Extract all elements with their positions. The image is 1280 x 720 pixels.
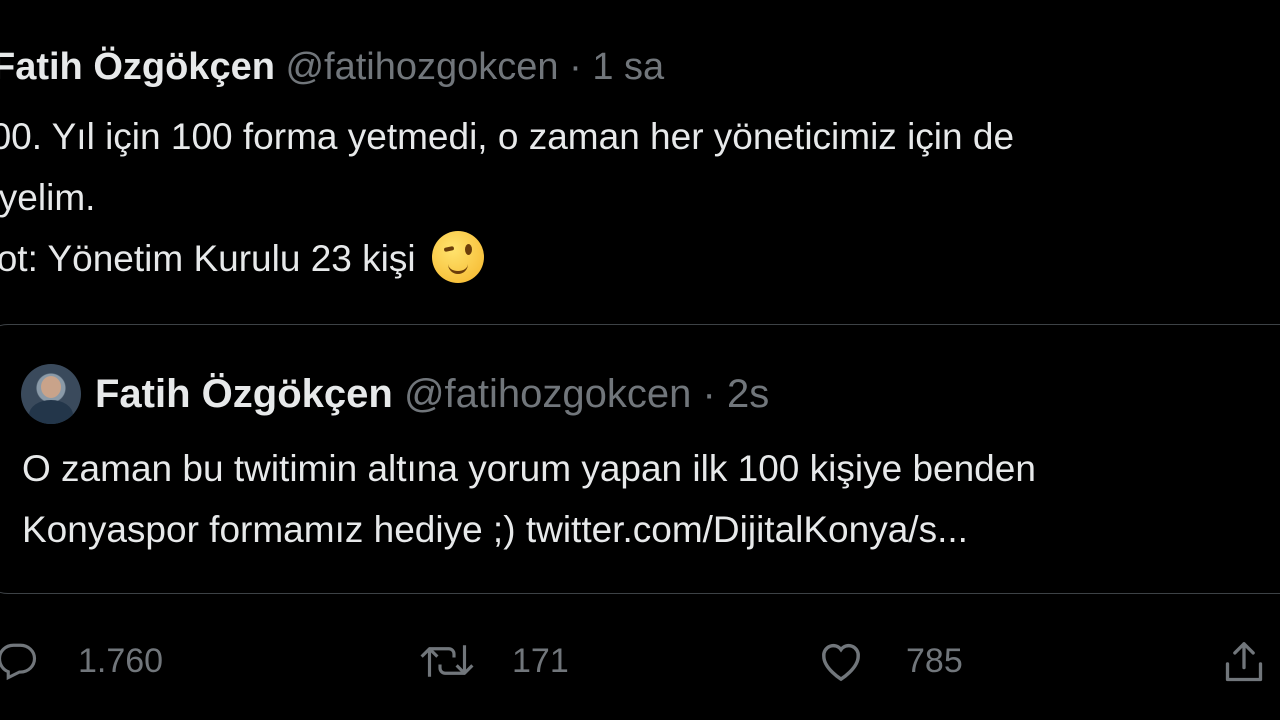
reply-count: 1.760 bbox=[78, 641, 164, 680]
retweet-icon bbox=[420, 645, 474, 677]
tweet-line-3-text: Not: Yönetim Kurulu 23 kişi bbox=[0, 238, 416, 279]
tweet-header: Fatih Özgökçen @fatihozgokcen · 1 sa bbox=[0, 44, 664, 90]
winking-face-icon bbox=[431, 231, 484, 284]
author-name[interactable]: Fatih Özgökçen bbox=[0, 46, 275, 88]
quoted-tweet-text: O zaman bu twitimin altına yorum yapan i… bbox=[22, 438, 1036, 560]
tweet-line-3: Not: Yönetim Kurulu 23 kişi bbox=[0, 228, 1014, 289]
retweet-count: 171 bbox=[512, 641, 569, 680]
share-button[interactable] bbox=[1222, 640, 1266, 686]
reply-icon bbox=[0, 643, 37, 681]
author-handle[interactable]: @fatihozgokcen bbox=[285, 46, 558, 88]
tweet-line-2: diyelim. bbox=[0, 177, 96, 218]
tweet-text: 100. Yıl için 100 forma yetmedi, o zaman… bbox=[0, 106, 1014, 289]
heart-icon bbox=[822, 643, 860, 682]
tweet-line-1: 100. Yıl için 100 forma yetmedi, o zaman… bbox=[0, 116, 1015, 157]
tweet-actions: 1.760 171 785 bbox=[0, 640, 1280, 692]
quoted-tweet-time: · 2s bbox=[702, 372, 770, 416]
like-count: 785 bbox=[906, 641, 963, 680]
share-icon bbox=[1225, 642, 1263, 682]
tweet-time[interactable]: · 1 sa bbox=[569, 46, 664, 88]
quoted-line-2: Konyaspor formamız hediye ;) twitter.com… bbox=[22, 509, 968, 550]
quoted-line-1: O zaman bu twitimin altına yorum yapan i… bbox=[22, 448, 1036, 489]
quoted-tweet-header: Fatih Özgökçen @fatihozgokcen · 2s bbox=[95, 370, 769, 418]
like-button[interactable]: 785 bbox=[818, 640, 963, 682]
reply-button[interactable]: 1.760 bbox=[0, 640, 163, 682]
retweet-button[interactable]: 171 bbox=[418, 640, 569, 682]
quoted-author-handle[interactable]: @fatihozgokcen bbox=[404, 372, 691, 416]
avatar[interactable] bbox=[21, 364, 81, 424]
quoted-author-name[interactable]: Fatih Özgökçen bbox=[95, 372, 393, 416]
